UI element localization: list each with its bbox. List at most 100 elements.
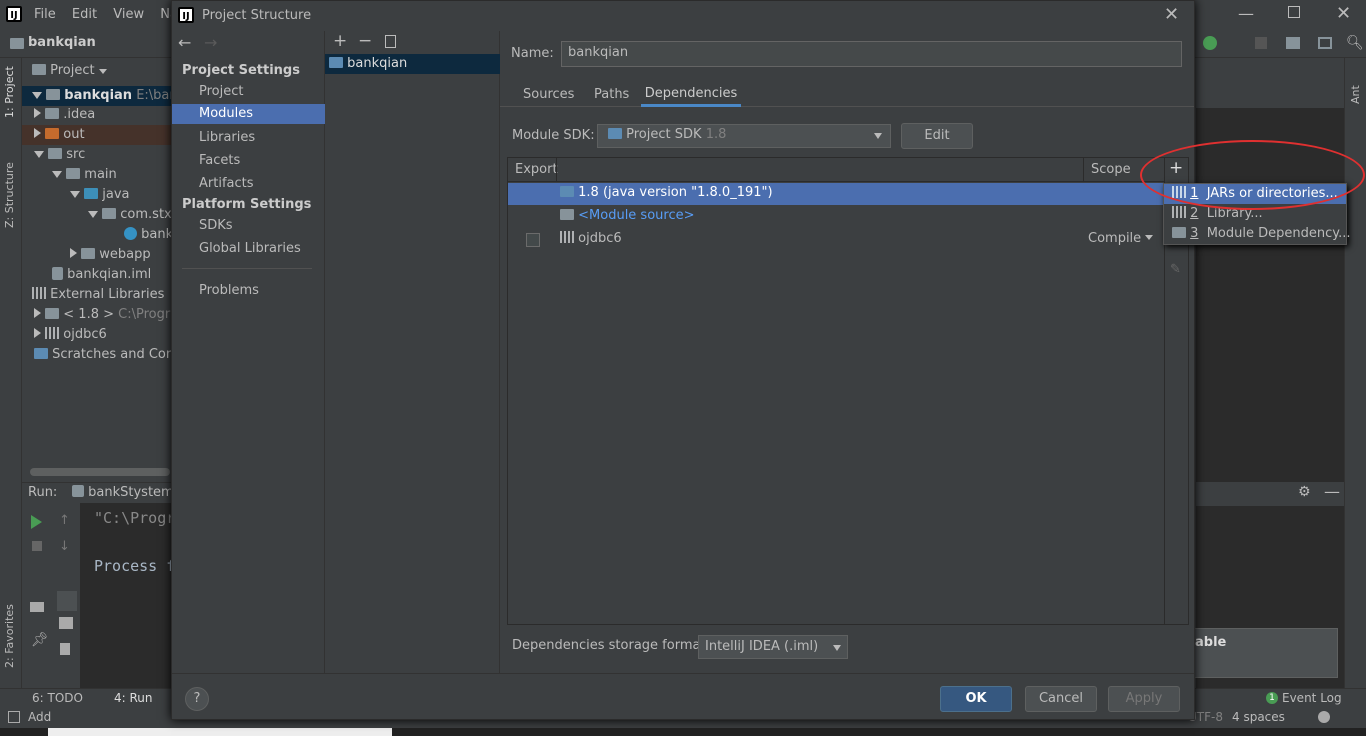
tool-tab-todo[interactable]: 6: TODO (32, 691, 83, 705)
nav-sdks[interactable]: SDKs (172, 216, 325, 236)
stop-run-icon[interactable] (32, 541, 42, 551)
tool-tab-ant[interactable]: Ant (1349, 85, 1362, 104)
tree-item-main[interactable]: main (52, 165, 117, 185)
search-icon[interactable]: 🔍︎ (1346, 35, 1364, 51)
rerun-icon[interactable] (31, 515, 42, 529)
nav-libraries[interactable]: Libraries (172, 128, 325, 148)
nav-problems[interactable]: Problems (172, 281, 325, 301)
project-folder-icon (10, 38, 24, 49)
debug-bug-icon[interactable] (1203, 36, 1217, 50)
taskbar-item[interactable] (48, 728, 392, 736)
window-close-icon[interactable]: ✕ (1336, 3, 1351, 24)
menu-file[interactable]: File (34, 7, 56, 22)
dep-scope-select[interactable]: Compile (1088, 229, 1154, 249)
cancel-button[interactable]: Cancel (1025, 686, 1097, 712)
edit-sdk-button[interactable]: Edit (901, 123, 973, 149)
apply-button[interactable]: Apply (1108, 686, 1180, 712)
maximize-icon[interactable] (1288, 6, 1300, 18)
tree-item-scratches[interactable]: Scratches and Conso (34, 345, 189, 365)
export-checkbox[interactable] (526, 233, 540, 247)
event-log-tab[interactable]: Event Log (1282, 691, 1342, 705)
name-label: Name: (511, 46, 554, 61)
notification-text: able (1195, 635, 1227, 650)
copy-module-icon[interactable] (385, 35, 396, 48)
tree-item-out[interactable]: out (22, 125, 172, 145)
help-button[interactable]: ? (185, 687, 209, 711)
notification-balloon[interactable]: able (1188, 628, 1338, 678)
tool-tab-favorites[interactable]: 2: Favorites (3, 604, 16, 668)
tree-item-iml[interactable]: bankqian.iml (52, 265, 151, 285)
col-export-header[interactable]: Export (515, 162, 558, 177)
nav-artifacts[interactable]: Artifacts (172, 174, 325, 194)
dialog-close-icon[interactable]: ✕ (1164, 4, 1179, 25)
tool-tab-structure[interactable]: Z: Structure (3, 162, 16, 228)
nav-project-name[interactable]: bankqian (28, 35, 96, 50)
module-item[interactable]: bankqian (325, 54, 500, 74)
pin-icon[interactable]: 📌︎ (31, 632, 49, 648)
storage-format-label: Dependencies storage format: (512, 638, 710, 653)
left-tool-strip: 1: Project Z: Structure 2: Favorites (0, 58, 22, 708)
tree-item-bankqian[interactable]: bankqian E:\bankqi (22, 86, 197, 106)
col-scope-header[interactable]: Scope (1091, 162, 1131, 177)
tree-item-webapp[interactable]: webapp (70, 245, 151, 265)
hide-panel-icon[interactable]: — (1324, 482, 1340, 501)
tab-paths[interactable]: Paths (594, 87, 629, 102)
popup-module-dependency-item[interactable]: 3 Module Dependency... (1164, 224, 1350, 244)
run-config-tab[interactable]: bankStystem (72, 485, 174, 500)
remove-module-icon[interactable]: − (358, 31, 372, 51)
taskbar (0, 728, 1366, 736)
nav-modules[interactable]: Modules (172, 104, 325, 124)
tool-tab-project[interactable]: 1: Project (3, 66, 16, 118)
module-name-field[interactable]: bankqian (561, 41, 1182, 67)
ok-button[interactable]: OK (940, 686, 1012, 712)
storage-format-select[interactable]: IntelliJ IDEA (.iml) (698, 635, 848, 659)
scroll-to-end-icon[interactable] (57, 591, 77, 611)
menu-edit[interactable]: Edit (72, 7, 97, 22)
scroll-down-icon[interactable]: ↓ (59, 539, 70, 554)
minimize-icon[interactable]: — (1238, 4, 1254, 23)
chevron-down-icon[interactable] (98, 69, 107, 74)
trash-icon[interactable] (60, 643, 70, 655)
add-module-icon[interactable]: + (333, 31, 347, 51)
edit-dependency-icon[interactable]: ✎ (1170, 262, 1181, 277)
dep-ojdbc6-label: ojdbc6 (578, 231, 622, 246)
dep-row-ojdbc6[interactable]: ojdbc6 Compile (508, 229, 1164, 249)
nav-global-libraries[interactable]: Global Libraries (172, 239, 325, 259)
nav-facets[interactable]: Facets (172, 151, 325, 171)
tree-item-ojdbc6[interactable]: ojdbc6 (34, 325, 107, 345)
project-settings-header: Project Settings (182, 63, 300, 78)
project-panel: Project bankqian E:\bankqi .idea out src… (22, 58, 197, 478)
dep-row-jdk[interactable]: 1.8 (java version "1.8.0_191") (508, 183, 1164, 205)
module-list-panel: + − bankqian (325, 31, 500, 673)
tab-dependencies[interactable]: Dependencies (641, 79, 741, 107)
tree-item-idea[interactable]: .idea (34, 105, 95, 125)
nav-project[interactable]: Project (172, 82, 325, 102)
module-sdk-select[interactable]: Project SDK 1.8 (597, 124, 891, 148)
tree-item-jdk[interactable]: < 1.8 > C:\Progra (34, 305, 178, 325)
tree-item-src[interactable]: src (34, 145, 85, 165)
tree-item-package[interactable]: com.stx (88, 205, 172, 225)
stop-icon[interactable] (1255, 37, 1267, 49)
print-icon[interactable] (59, 617, 73, 629)
tree-item-java[interactable]: java (70, 185, 130, 205)
annotation-ellipse (1140, 140, 1365, 210)
inspector-icon[interactable] (1318, 711, 1330, 723)
tool-tab-run[interactable]: 4: Run (114, 691, 153, 705)
tab-sources[interactable]: Sources (523, 87, 574, 102)
dep-row-module-source[interactable]: <Module source> (508, 206, 1164, 226)
project-view-label[interactable]: Project (50, 63, 94, 78)
run-panel: Run: bankStystem 📌︎ ↑ ↓ "C:\Progr Proces… (22, 482, 174, 689)
status-indent[interactable]: 4 spaces (1232, 710, 1285, 724)
layout-restore-icon[interactable] (30, 602, 44, 612)
layout-icon[interactable] (1318, 37, 1332, 49)
project-structure-icon[interactable] (1286, 37, 1300, 49)
forward-arrow-icon[interactable]: → (204, 33, 217, 52)
status-toggle-icon[interactable] (8, 711, 20, 723)
gear-icon[interactable]: ⚙ (1298, 484, 1311, 500)
tree-item-class[interactable]: bank (124, 225, 173, 245)
menu-view[interactable]: View (113, 7, 144, 22)
horizontal-scrollbar[interactable] (30, 468, 170, 476)
scroll-up-icon[interactable]: ↑ (59, 513, 70, 528)
back-arrow-icon[interactable]: ← (178, 33, 191, 52)
tree-item-external-libraries[interactable]: External Libraries (22, 285, 164, 305)
